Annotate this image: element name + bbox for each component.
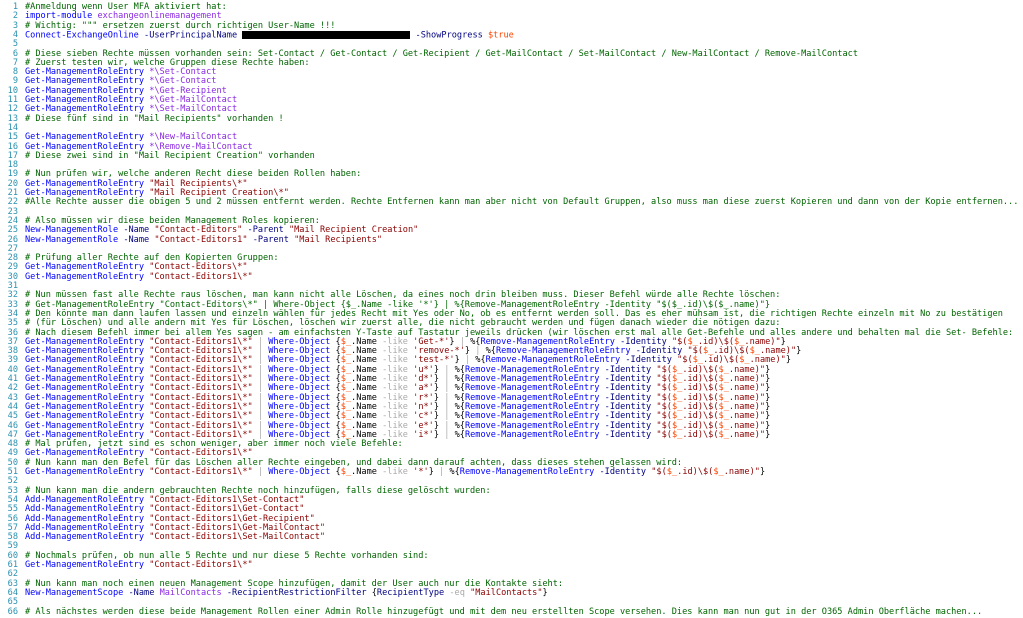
line-code: New-ManagementRole -Name "Contact-Editor… (25, 234, 383, 245)
code-token: "Contact-Editors1\*" (149, 560, 253, 570)
code-token: "Contact-Editors1" (154, 234, 248, 245)
code-token: -UserPrincipalName (144, 30, 238, 41)
code-token: } (796, 346, 802, 357)
code-token: '*' (413, 467, 429, 477)
line-code: Get-ManagementRoleEntry "Contact-Editors… (25, 271, 253, 282)
code-line[interactable]: 4 Connect-ExchangeOnline -UserPrincipalNa… (0, 30, 1023, 41)
line-code: Get-ManagementRoleEntry "Contact-Editors… (25, 467, 766, 477)
code-token: $_ (671, 429, 683, 440)
line-code: # Diese fünf sind in "Mail Recipients" v… (25, 113, 284, 124)
code-token: RecipientType (376, 587, 445, 598)
line-number: 66 (7, 606, 18, 617)
line-code: # Diese zwei sind in "Mail Recipient Cre… (25, 150, 315, 161)
code-line[interactable]: 30 Get-ManagementRoleEntry "Contact-Edito… (0, 271, 1023, 282)
code-token: "Contact-Editors1\*" (149, 271, 253, 282)
code-token: "Contact-Editors1\*" (149, 467, 253, 477)
code-token: MailContacts (159, 587, 222, 598)
code-token: } (542, 587, 548, 598)
code-token: # Diese zwei sind in "Mail Recipient Cre… (25, 150, 315, 161)
redacted-username (242, 30, 411, 39)
code-token: } (759, 467, 766, 477)
code-token: "Mail Recipients" (294, 234, 383, 245)
code-token: -Identity (604, 429, 652, 440)
code-token: Get-ManagementRoleEntry (25, 271, 144, 282)
code-token: { (366, 587, 377, 598)
line-code: Get-ManagementRoleEntry "Contact-Editors… (25, 560, 253, 570)
code-token: -RecipientRestrictionFilter (226, 587, 367, 598)
code-token: Connect-ExchangeOnline (25, 30, 139, 41)
code-token: .name)" (723, 467, 760, 477)
code-line[interactable]: 66 # Als nächstes werden diese beide Mana… (0, 606, 1023, 617)
code-token: -Parent (252, 234, 289, 245)
code-line[interactable]: 51 Get-ManagementRoleEntry "Contact-Edito… (0, 467, 1023, 477)
line-code: # Als nächstes werden diese beide Manage… (25, 606, 983, 617)
code-token: # Diese fünf sind in "Mail Recipients" v… (25, 113, 284, 124)
code-line[interactable]: 17 # Diese zwei sind in "Mail Recipient C… (0, 150, 1023, 161)
code-token: "$( (651, 467, 667, 477)
code-token: Get-ManagementRoleEntry (25, 560, 144, 570)
code-token: .id)\$( (682, 429, 719, 440)
code-token: -Name (128, 587, 155, 598)
code-token: } (433, 429, 445, 440)
code-token: .Name (351, 467, 383, 477)
code-line[interactable]: 61 Get-ManagementRoleEntry "Contact-Edito… (0, 560, 1023, 570)
code-token: New-ManagementScope (25, 587, 124, 598)
code-token: New-ManagementRole (25, 234, 119, 245)
code-line[interactable]: 26 New-ManagementRole -Name "Contact-Edit… (0, 234, 1023, 245)
code-line[interactable]: 58 Add-ManagementRoleEntry "Contact-Edito… (0, 532, 1023, 543)
code-token: %{ (449, 429, 465, 440)
code-token: .name)" (728, 429, 766, 440)
code-token: -eq (449, 587, 465, 598)
code-token: -like (382, 467, 408, 477)
code-token: Get-ManagementRoleEntry (25, 467, 144, 477)
code-token: #Alle Rechte ausser die obigen 5 und 2 m… (25, 197, 1019, 208)
line-code: #Alle Rechte ausser die obigen 5 und 2 m… (25, 198, 1018, 207)
code-token: "$( (656, 429, 672, 440)
code-token: $_ (340, 467, 352, 477)
script-editor[interactable]: 1 #Anmeldung wenn User MFA aktiviert hat:… (0, 0, 1023, 618)
code-token: Remove-ManagementRoleEntry (459, 467, 595, 477)
code-token: # Als nächstes werden diese beide Manage… (25, 606, 983, 617)
code-line[interactable]: 64 New-ManagementScope -Name MailContacts… (0, 587, 1023, 598)
code-token: 'i*' (413, 429, 434, 440)
code-token: %{ (444, 467, 460, 477)
code-token: } (428, 467, 440, 477)
code-token: $true (487, 30, 514, 41)
code-token: $_ (713, 467, 724, 477)
code-token: .id)\$( (677, 467, 714, 477)
code-line[interactable]: 22 #Alle Rechte ausser die obigen 5 und 2… (0, 197, 1023, 207)
code-token: $_ (718, 429, 729, 440)
code-token: "MailContacts" (470, 587, 543, 598)
code-token: "Contact-Editors1\Set-MailContact" (149, 532, 326, 543)
code-token: } (765, 429, 771, 440)
code-token: Add-ManagementRoleEntry (25, 532, 144, 543)
code-token: { (330, 467, 341, 477)
code-token: $_ (666, 467, 678, 477)
code-token: -Name (123, 234, 150, 245)
code-token: # Wichtig: """ ersetzen zuerst durch ric… (25, 20, 336, 31)
code-line[interactable]: 13 # Diese fünf sind in "Mail Recipients"… (0, 113, 1023, 124)
code-token: -ShowProgress (415, 30, 483, 41)
code-token: Remove-ManagementRoleEntry (464, 429, 600, 440)
code-token: Where-Object (268, 467, 331, 477)
line-code: New-ManagementScope -Name MailContacts -… (25, 587, 548, 598)
code-token: } (785, 355, 791, 366)
line-code: Add-ManagementRoleEntry "Contact-Editors… (25, 532, 326, 543)
code-token: -Identity (599, 467, 647, 477)
